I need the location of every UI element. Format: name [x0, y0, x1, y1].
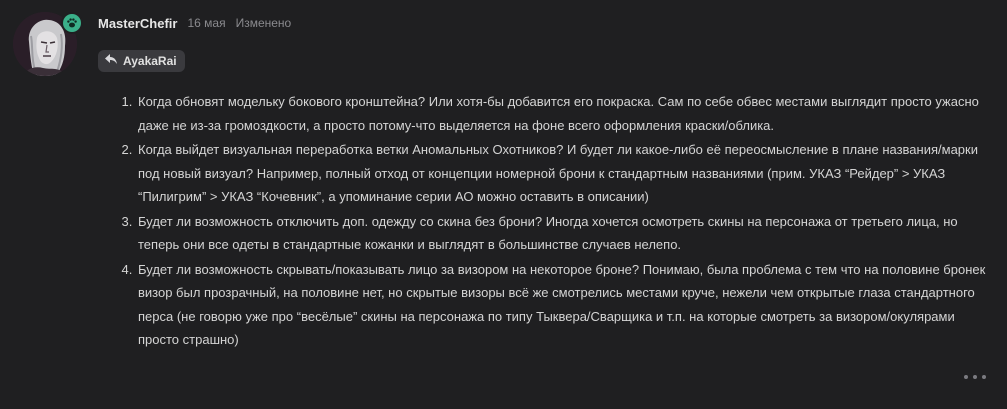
reply-to-username: AyakaRai: [123, 54, 177, 68]
status-badge: [61, 12, 83, 34]
avatar-container: [13, 12, 83, 76]
more-options-button[interactable]: [964, 370, 986, 384]
post-body: Когда обновят модельку бокового кронштей…: [118, 90, 998, 353]
list-item: Будет ли возможность скрывать/показывать…: [136, 258, 998, 352]
post-header: MasterChefir 16 мая Изменено: [98, 14, 291, 32]
more-dot: [982, 375, 986, 379]
edited-label: Изменено: [235, 16, 292, 30]
post-date[interactable]: 16 мая: [187, 16, 225, 30]
more-dots-icon: [964, 375, 968, 379]
author-name[interactable]: MasterChefir: [98, 16, 177, 31]
list-item: Когда выйдет визуальная переработка ветк…: [136, 138, 998, 209]
comment-post: MasterChefir 16 мая Изменено AyakaRai Ко…: [0, 0, 1007, 409]
reply-to-chip[interactable]: AyakaRai: [98, 50, 185, 72]
list-item: Будет ли возможность отключить доп. одеж…: [136, 210, 998, 257]
reply-arrow-icon: [104, 52, 118, 70]
list-item: Когда обновят модельку бокового кронштей…: [136, 90, 998, 137]
question-list: Когда обновят модельку бокового кронштей…: [118, 90, 998, 352]
more-dot: [973, 375, 977, 379]
paw-icon: [63, 14, 81, 32]
